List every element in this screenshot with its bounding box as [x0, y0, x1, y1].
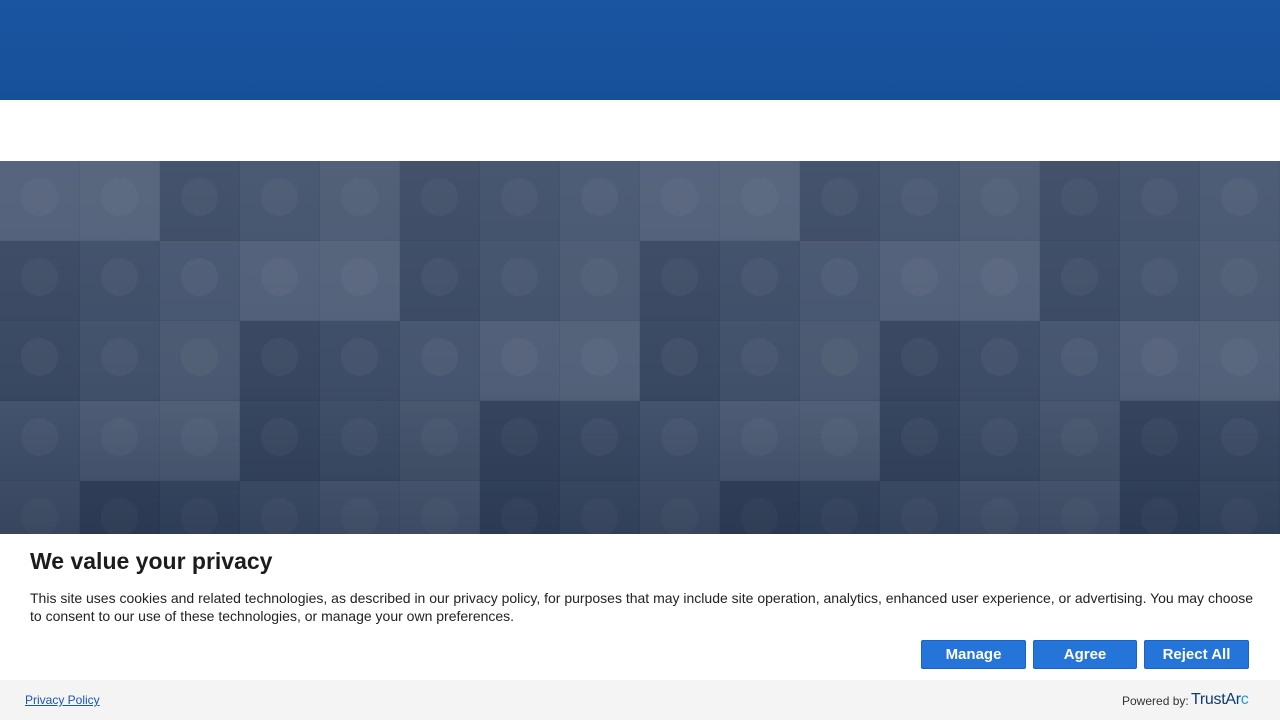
trustarc-logo-main: TrustAr	[1191, 691, 1241, 708]
hero-photo-mosaic	[0, 161, 1280, 534]
powered-by-label: Powered by:	[1122, 694, 1189, 708]
consent-title: We value your privacy	[30, 548, 273, 574]
trustarc-logo: TrustArc	[1191, 691, 1249, 709]
cookie-consent-banner: We value your privacy This site uses coo…	[0, 534, 1280, 680]
reject-all-button[interactable]: Reject All	[1144, 640, 1249, 669]
site-header-bar	[0, 0, 1280, 100]
trustarc-logo-accent: c	[1240, 691, 1249, 708]
privacy-policy-link[interactable]: Privacy Policy	[25, 693, 100, 707]
consent-description: This site uses cookies and related techn…	[30, 590, 1254, 624]
agree-button[interactable]: Agree	[1033, 640, 1137, 669]
manage-button[interactable]: Manage	[921, 640, 1026, 669]
hero-gradient-overlay	[0, 161, 1280, 534]
consent-footer: Privacy Policy Powered by: TrustArc	[0, 680, 1280, 720]
navigation-band	[0, 100, 1280, 161]
